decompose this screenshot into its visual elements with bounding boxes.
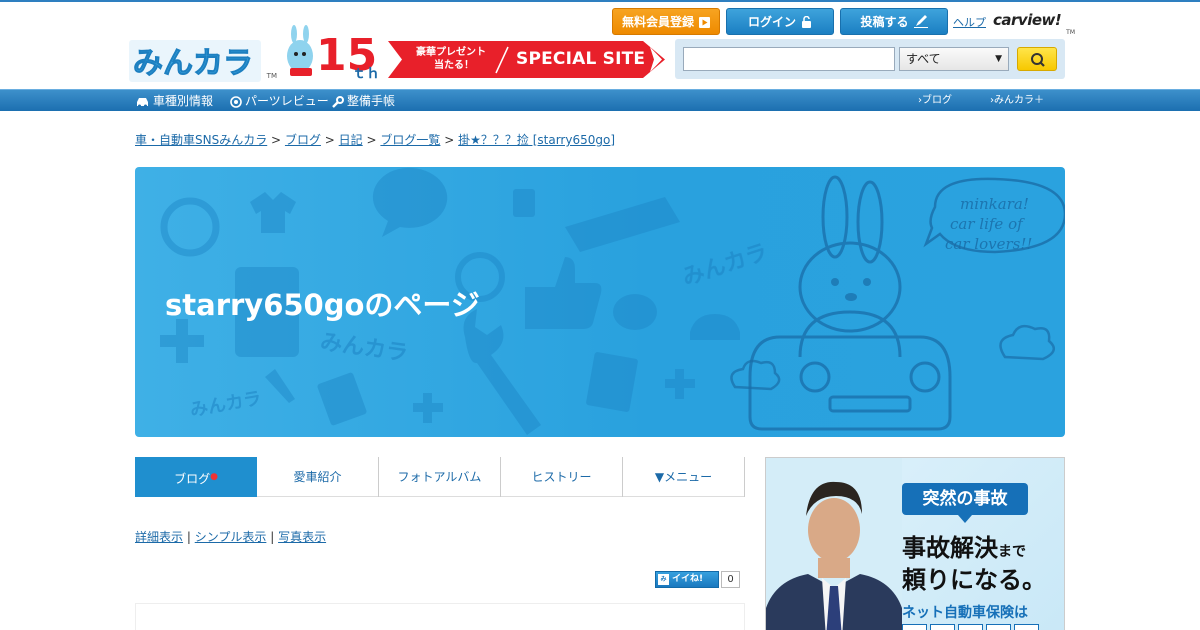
svg-text:car lovers!!: car lovers!! (945, 235, 1032, 253)
tab-photo-album-label: フォトアルバム (397, 470, 482, 484)
ad-headline-2: 頼りになる。 (902, 566, 1046, 594)
ad-headline-1-small: まで (998, 544, 1026, 560)
minkara-logo[interactable]: みんカラ TM (129, 40, 277, 82)
svg-text:ｔｈ: ｔｈ (352, 66, 380, 80)
nav-maintenance[interactable]: 整備手帳 (332, 90, 395, 112)
login-button[interactable]: ログイン (726, 8, 834, 35)
nav-minkara-plus-label: みんカラ＋ (994, 95, 1044, 106)
tab-car-intro-label: 愛車紹介 (293, 470, 342, 484)
iine-button[interactable]: み イイね! (655, 571, 719, 588)
nav-parts-review-label: パーツレビュー (245, 94, 329, 108)
tab-menu-label: ▼メニュー (654, 470, 713, 484)
nav-parts-review[interactable]: パーツレビュー (230, 90, 329, 112)
help-link[interactable]: ヘルプ (953, 14, 986, 30)
register-label: 無料会員登録 (621, 15, 694, 29)
breadcrumb-home[interactable]: 車・自動車SNSみんカラ (135, 133, 267, 147)
login-label: ログイン (747, 15, 796, 29)
view-photo-link[interactable]: 写真表示 (278, 530, 326, 544)
nav-blog[interactable]: ›ブログ (918, 90, 952, 112)
nav-car-info-label: 車種別情報 (153, 94, 214, 108)
dropdown-arrow-icon: ▼ (995, 54, 1002, 64)
nav-maintenance-label: 整備手帳 (347, 94, 396, 108)
view-sep: | (270, 530, 275, 544)
tab-menu[interactable]: ▼メニュー (623, 457, 745, 497)
tab-blog-label: ブログ (174, 472, 211, 486)
special-banner-title: SPECIAL SITE (516, 49, 646, 69)
tab-blog[interactable]: ブログ● (135, 457, 257, 497)
search-icon (1031, 53, 1045, 67)
svg-text:car life of: car life of (950, 215, 1025, 233)
blog-entry-card (135, 603, 745, 630)
iine-count: 0 (721, 571, 740, 588)
minkara-mini-logo: み (658, 574, 669, 585)
nav-car-info[interactable]: 車種別情報 (135, 90, 213, 112)
search-category-select[interactable]: すべて ▼ (899, 47, 1009, 71)
svg-text:みんカラ: みんカラ (133, 46, 253, 81)
ad-headline-1: 事故解決まで (902, 528, 1026, 563)
ad-headline-1-main: 事故解決 (902, 534, 998, 562)
breadcrumb-current[interactable]: 掛★？？？捡 [starry650go] (458, 133, 615, 147)
breadcrumb-sep: > (366, 133, 377, 147)
post-label: 投稿する (860, 15, 909, 29)
special-site-banner[interactable]: 豪華プレゼント 当たる！ SPECIAL SITE (388, 41, 665, 78)
breadcrumb-diary[interactable]: 日記 (339, 133, 363, 147)
ad-person-image (766, 458, 902, 630)
global-nav: 車種別情報 パーツレビュー 整備手帳 ›ブログ ›みんカラ＋ (0, 89, 1200, 111)
register-button[interactable]: 無料会員登録 (612, 8, 720, 35)
carview-logo[interactable]: carview! TM (993, 10, 1075, 36)
carview-tm: TM (1066, 29, 1075, 36)
search-input[interactable] (683, 47, 895, 71)
svg-text:minkara!: minkara! (960, 195, 1029, 213)
play-icon (699, 11, 710, 38)
mascot-icon: 15 ｔｈ (287, 25, 380, 82)
search-button[interactable] (1017, 47, 1057, 71)
insurance-ad[interactable]: 突然の事故 事故解決まで 頼りになる。 ネット自動車保険は (765, 457, 1065, 630)
view-simple-link[interactable]: シンプル表示 (195, 530, 267, 544)
breadcrumb-sep: > (444, 133, 455, 147)
tab-history-label: ヒストリー (531, 470, 592, 484)
breadcrumb-blog-list[interactable]: ブログ一覧 (380, 133, 440, 147)
wrench-icon (332, 93, 344, 115)
special-banner-line2: 当たる！ (434, 60, 474, 71)
svg-text:みんカラ: みんカラ (188, 388, 263, 421)
carview-label: carview! (993, 11, 1062, 29)
pencil-icon (913, 11, 928, 38)
tab-photo-album[interactable]: フォトアルバム (379, 457, 501, 497)
tab-history[interactable]: ヒストリー (501, 457, 623, 497)
profile-page-title: starry650goのページ (165, 288, 480, 322)
anniversary-badge[interactable]: 15 ｔｈ (282, 24, 386, 82)
svg-text:みんカラ: みんカラ (679, 240, 770, 291)
breadcrumb-sep: > (324, 133, 335, 147)
ad-subline: ネット自動車保険は (902, 605, 1028, 621)
search-box: すべて ▼ (675, 39, 1065, 79)
post-button[interactable]: 投稿する (840, 8, 948, 35)
profile-hero-banner: みんカラ みんカラ みんカラ minkara! car life of car … (135, 167, 1065, 437)
breadcrumb-blog[interactable]: ブログ (285, 133, 321, 147)
gear-icon (230, 93, 242, 115)
tab-car-intro[interactable]: 愛車紹介 (257, 457, 379, 497)
breadcrumb: 車・自動車SNSみんカラ > ブログ > 日記 > ブログ一覧 > 掛★？？？捡… (135, 131, 615, 148)
new-dot-icon: ● (210, 472, 218, 482)
car-icon (135, 93, 150, 115)
special-banner-text: 豪華プレゼント 当たる！ (416, 46, 486, 72)
iine-label: イイね! (672, 574, 704, 584)
special-banner-line1: 豪華プレゼント (416, 47, 486, 58)
nav-minkara-plus[interactable]: ›みんカラ＋ (990, 90, 1044, 112)
search-select-value: すべて (906, 52, 941, 66)
view-sep: | (186, 530, 191, 544)
breadcrumb-sep: > (271, 133, 282, 147)
svg-text:みんカラ: みんカラ (319, 330, 410, 367)
view-detail-link[interactable]: 詳細表示 (135, 530, 183, 544)
site-header: みんカラ TM 15 ｔｈ 豪華プレゼント 当たる！ SPECIAL SITE (0, 2, 1200, 89)
nav-blog-label: ブログ (922, 95, 952, 106)
view-mode-links: 詳細表示 | シンプル表示 | 写真表示 (135, 528, 326, 545)
ad-badge: 突然の事故 (902, 483, 1028, 523)
profile-tabs: ブログ● 愛車紹介 フォトアルバム ヒストリー ▼メニュー (135, 457, 745, 497)
lock-icon (801, 11, 812, 38)
logo-tm: TM (266, 72, 277, 80)
ad-boxes (902, 624, 1042, 630)
minkara-logo-mark: みんカラ (129, 40, 261, 82)
